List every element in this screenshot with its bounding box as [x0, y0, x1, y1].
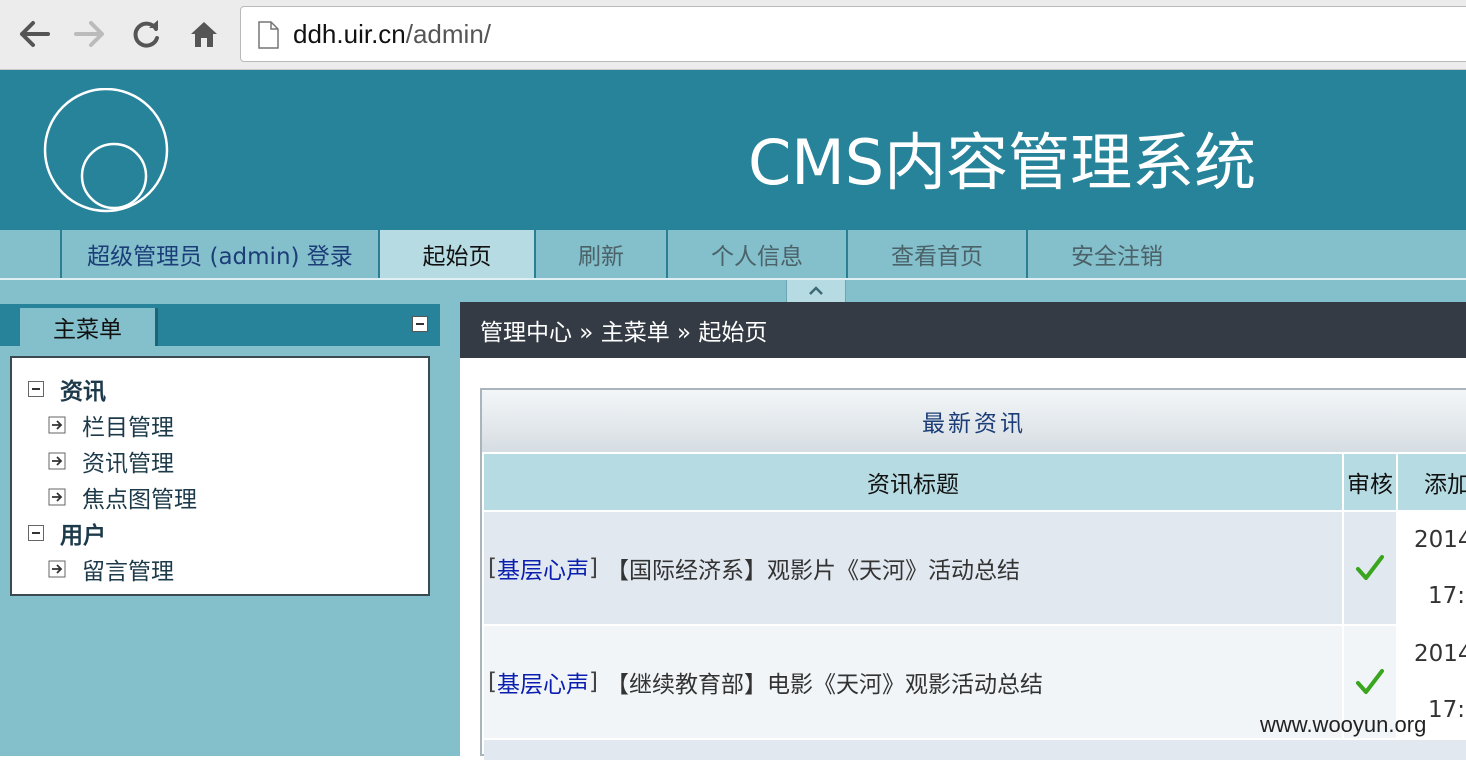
date-line: 2014 [1414, 641, 1466, 667]
arrow-right-box-icon [48, 488, 66, 506]
category-link[interactable]: 基层心声 [497, 551, 589, 585]
tree-item-news-management[interactable]: 资讯管理 [48, 444, 174, 478]
menu-tab[interactable]: 主菜单 [20, 308, 158, 346]
date-line: 2014 [1414, 527, 1466, 553]
news-title-cell: [基层心声] 【国际经济系】观影片《天河》活动总结 [484, 512, 1344, 624]
menu-tree: 资讯 栏目管理 资讯管理 焦点图管理 用户 留言管理 [10, 356, 430, 596]
url-host: ddh.uir.cn [293, 19, 406, 49]
column-header-title: 资讯标题 [484, 454, 1344, 510]
address-bar[interactable]: ddh.uir.cn/admin/ [240, 6, 1466, 62]
date-cell: 2014 17: [1398, 512, 1466, 624]
login-status: 超级管理员 (admin) 登录 [60, 230, 378, 278]
tree-group-label: 资讯 [60, 379, 106, 405]
tree-item-label: 焦点图管理 [82, 487, 197, 513]
collapse-strip [0, 280, 1466, 302]
chevron-up-icon [809, 286, 823, 295]
arrow-right-box-icon [48, 560, 66, 578]
reload-icon [133, 20, 159, 48]
url-path: /admin/ [405, 19, 492, 49]
url-text[interactable]: ddh.uir.cn/admin/ [293, 19, 491, 50]
arrow-right-box-icon [48, 416, 66, 434]
sidebar: 主菜单 资讯 栏目管理 资讯管理 焦点图管理 用户 留言管理 [0, 302, 460, 756]
tree-group-users[interactable]: 用户 [28, 516, 106, 550]
top-nav: 超级管理员 (admin) 登录 起始页 刷新 个人信息 查看首页 安全注销 [0, 230, 1466, 280]
check-icon [1356, 555, 1384, 580]
panel-title: 最新资讯 [482, 390, 1466, 452]
tree-group-news[interactable]: 资讯 [28, 372, 106, 406]
time-line: 17: [1428, 583, 1466, 609]
page-title: CMS内容管理系统 [748, 126, 1257, 199]
news-title-link[interactable]: 【继续教育部】电影《天河》观影活动总结 [606, 665, 1043, 699]
nav-view-home[interactable]: 查看首页 [846, 230, 1026, 278]
approved-cell [1344, 512, 1398, 624]
minus-box-icon [28, 525, 44, 541]
tree-group-label: 用户 [60, 523, 106, 549]
minus-box-icon [28, 381, 44, 397]
tree-item-label: 栏目管理 [82, 415, 174, 441]
nav-start-page[interactable]: 起始页 [378, 230, 534, 278]
home-button[interactable] [184, 14, 224, 54]
tree-item-label: 留言管理 [82, 559, 174, 585]
forward-arrow-icon [74, 21, 104, 47]
column-header-approved: 审核 [1344, 454, 1398, 510]
cms-header: CMS内容管理系统 [0, 70, 1466, 230]
back-button[interactable] [14, 14, 54, 54]
latest-news-panel: 最新资讯 资讯标题 审核 添加 [基层心声] 【国际经济系】观影片《天河》活动总… [480, 388, 1466, 760]
logo-circles-icon [43, 88, 169, 213]
back-arrow-icon [20, 21, 50, 47]
arrow-right-box-icon [48, 452, 66, 470]
forward-button[interactable] [70, 14, 110, 54]
tree-item-column-management[interactable]: 栏目管理 [48, 408, 174, 442]
check-icon [1356, 669, 1384, 694]
menu-tab-bar: 主菜单 [0, 304, 440, 346]
news-title-cell: [基层心声] 【继续教育部】电影《天河》观影活动总结 [484, 626, 1344, 738]
collapse-header-button[interactable] [786, 280, 846, 302]
page-icon [258, 21, 279, 49]
category-link[interactable]: 基层心声 [497, 665, 589, 699]
home-icon [191, 22, 217, 47]
table-row: [基层心声] 【国际经济系】观影片《天河》活动总结 2014 17: [484, 512, 1466, 624]
nav-profile[interactable]: 个人信息 [666, 230, 846, 278]
nav-refresh[interactable]: 刷新 [534, 230, 666, 278]
tree-item-message-management[interactable]: 留言管理 [48, 552, 174, 586]
tree-item-label: 资讯管理 [82, 451, 174, 477]
news-title-link[interactable]: 【国际经济系】观影片《天河》活动总结 [606, 551, 1020, 585]
nav-logout[interactable]: 安全注销 [1026, 230, 1206, 278]
watermark: www.wooyun.org [1260, 712, 1427, 737]
table-row [484, 740, 1466, 760]
breadcrumb: 管理中心 » 主菜单 » 起始页 [460, 302, 1466, 358]
browser-toolbar: ddh.uir.cn/admin/ [0, 0, 1466, 70]
collapse-menu-icon[interactable] [412, 316, 428, 332]
reload-button[interactable] [126, 14, 166, 54]
column-header-added: 添加 [1398, 454, 1466, 510]
tree-item-focus-image-management[interactable]: 焦点图管理 [48, 480, 197, 514]
